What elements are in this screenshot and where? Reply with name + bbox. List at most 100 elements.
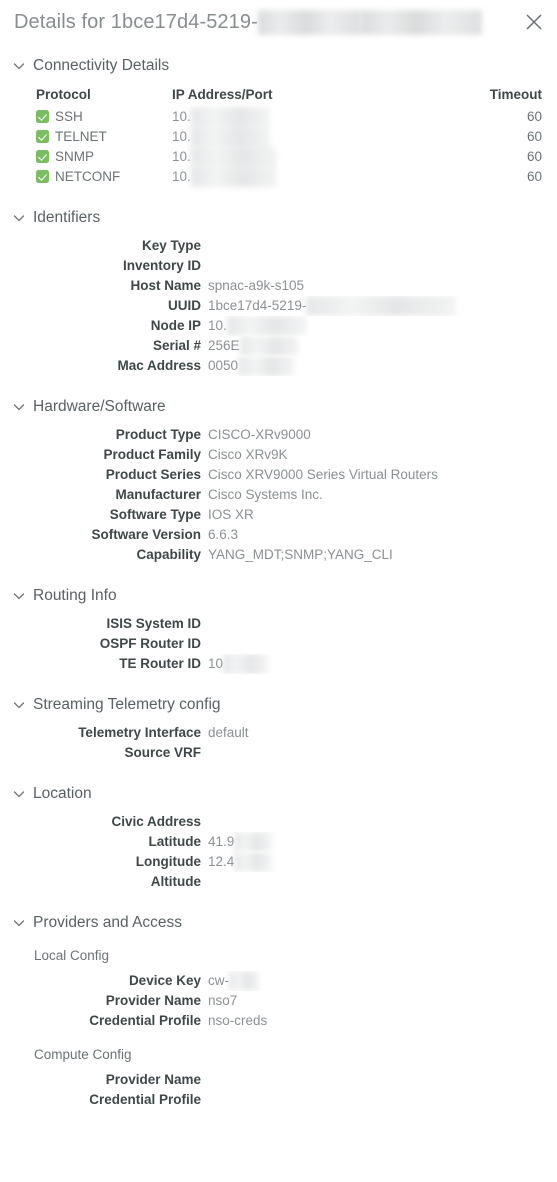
chevron-down-icon [12, 787, 26, 801]
detail-value-text: default [208, 725, 249, 740]
detail-label: Inventory ID [122, 258, 201, 273]
page-title-prefix: Details for 1bce17d4-5219- [14, 11, 258, 33]
detail-row: OSPF Router ID [0, 634, 557, 654]
detail-value: 10.10.100 [201, 654, 557, 674]
detail-label: Host Name [130, 278, 201, 293]
detail-row: Serial #256EAB1C4F5 [0, 336, 557, 356]
local-config-field-list: Device Keycw-1234Provider Namenso7Creden… [0, 971, 557, 1031]
detail-label: Civic Address [111, 814, 201, 829]
chevron-down-icon [12, 698, 26, 712]
detail-label: Provider Name [105, 1072, 201, 1087]
detail-row: Provider Name [0, 1070, 557, 1090]
detail-row: Longitude12.496366 [0, 852, 557, 872]
detail-label: Product Family [103, 447, 201, 462]
detail-value: 6.6.3 [201, 525, 557, 545]
detail-row: Credential Profile [0, 1090, 557, 1110]
detail-label: Credential Profile [89, 1092, 201, 1107]
section-location: Location Civic Address Latitude41.902782L… [0, 781, 557, 892]
detail-label: TE Router ID [119, 656, 201, 671]
detail-value-text: spnac-a9k-s105 [208, 278, 305, 293]
section-identifiers: Identifiers Key Type Inventory ID Host Nam… [0, 205, 557, 376]
section-title-routing-info: Routing Info [33, 587, 117, 604]
section-title-providers-and-access: Providers and Access [33, 914, 183, 931]
detail-value-text: 1bce17d4-5219- [208, 298, 307, 313]
section-header-providers-and-access[interactable]: Providers and Access [0, 910, 557, 936]
detail-value: 12.496366 [201, 852, 557, 872]
checkbox-checked-icon[interactable] [36, 150, 49, 163]
detail-value: 41.902782 [201, 832, 557, 852]
detail-row: Capability YANG_MDT;SNMP;YANG_CLI [0, 545, 557, 565]
detail-row: Software Type IOS XR [0, 505, 557, 525]
detail-value: Cisco Systems Inc. [201, 485, 557, 505]
detail-value-text: 10 [208, 656, 224, 671]
checkbox-checked-icon[interactable] [36, 110, 49, 123]
detail-row: Inventory ID [0, 256, 557, 276]
device-details-panel: Details for 1bce17d4-5219-4d97-b80e-611c… [0, 0, 557, 1182]
detail-value-text: Cisco Systems Inc. [208, 487, 323, 502]
detail-row: Product Type CISCO-XRv9000 [0, 425, 557, 445]
table-row: SSH 10.10.10.100.20 60 [0, 107, 557, 127]
ip-redacted: 10.10.100.830 [190, 167, 278, 187]
page-title: Details for 1bce17d4-5219-4d97-b80e-611c… [14, 10, 509, 35]
detail-row: Credential Profile nso-creds [0, 1011, 557, 1031]
detail-row: Manufacturer Cisco Systems Inc. [0, 485, 557, 505]
detail-row: Altitude [0, 872, 557, 892]
detail-label: Mac Address [117, 358, 201, 373]
section-header-streaming-telemetry-config[interactable]: Streaming Telemetry config [0, 692, 557, 718]
detail-value-text: Cisco XRV9000 Series Virtual Routers [208, 467, 438, 482]
ip-visible-prefix: 10. [172, 129, 191, 144]
cell-protocol: SNMP [0, 147, 172, 167]
table-row: NETCONF 10.10.10.100.830 60 [0, 167, 557, 187]
detail-label: Longitude [135, 854, 201, 869]
ip-redacted: 10.10.100.161 [190, 147, 278, 167]
detail-value: 10.10.10.100.20 [201, 316, 557, 336]
page-title-redacted-part2: 611cf249f06a [361, 10, 483, 35]
chevron-down-icon [12, 59, 26, 73]
detail-value: Cisco XRV9000 Series Virtual Routers [201, 465, 557, 485]
compute-config-field-list: Provider Name Credential Profile [0, 1070, 557, 1110]
close-icon [525, 13, 543, 31]
detail-row: Product Family Cisco XRv9K [0, 445, 557, 465]
chevron-down-icon [12, 589, 26, 603]
close-button[interactable] [521, 9, 547, 35]
detail-value: Cisco XRv9K [201, 445, 557, 465]
cell-ip-address-port: 10.10.10.100.20 [172, 107, 462, 127]
detail-value-text: Cisco XRv9K [208, 447, 288, 462]
detail-value: 005056ab4f80 [201, 356, 557, 376]
section-header-identifiers[interactable]: Identifiers [0, 205, 557, 231]
detail-value-redacted: 56ab4f80 [238, 356, 295, 376]
section-title-hardware-software: Hardware/Software [33, 398, 166, 415]
table-row: TELNET 10.10.10.100.23 60 [0, 127, 557, 147]
subgroup-title-local-config: Local Config [34, 948, 110, 963]
detail-row: Provider Name nso7 [0, 991, 557, 1011]
cell-protocol: NETCONF [0, 167, 172, 187]
detail-value-text: IOS XR [208, 507, 254, 522]
section-header-location[interactable]: Location [0, 781, 557, 807]
section-header-connectivity-details[interactable]: Connectivity Details [0, 53, 557, 79]
detail-label: Credential Profile [89, 1013, 201, 1028]
detail-label: Key Type [141, 238, 201, 253]
detail-row: Software Version 6.6.3 [0, 525, 557, 545]
detail-label: Serial # [152, 338, 201, 353]
detail-value: CISCO-XRv9000 [201, 425, 557, 445]
connectivity-table-body: SSH10.10.10.100.2060TELNET10.10.10.100.2… [0, 107, 557, 187]
detail-value-redacted: 1234 [229, 971, 260, 991]
detail-value-text: CISCO-XRv9000 [208, 427, 311, 442]
section-providers-and-access: Providers and Access Local Config Device… [0, 910, 557, 1110]
detail-value-text: YANG_MDT;SNMP;YANG_CLI [208, 547, 393, 562]
checkbox-checked-icon[interactable] [36, 130, 49, 143]
section-header-hardware-software[interactable]: Hardware/Software [0, 394, 557, 420]
detail-label: Latitude [148, 834, 202, 849]
column-header-ip-address-port: IP Address/Port [172, 87, 273, 102]
page-title-redacted-part1: 4d97-b80e- [257, 10, 362, 35]
detail-value-text: nso-creds [208, 1013, 268, 1028]
chevron-down-icon [12, 211, 26, 225]
detail-row: Node IP10.10.10.100.20 [0, 316, 557, 336]
detail-label: Node IP [150, 318, 201, 333]
section-title-connectivity-details: Connectivity Details [33, 57, 170, 74]
detail-value: 256EAB1C4F5 [201, 336, 557, 356]
detail-value-text: nso7 [208, 993, 238, 1008]
column-header-protocol: Protocol [36, 87, 91, 102]
checkbox-checked-icon[interactable] [36, 170, 49, 183]
section-header-routing-info[interactable]: Routing Info [0, 583, 557, 609]
